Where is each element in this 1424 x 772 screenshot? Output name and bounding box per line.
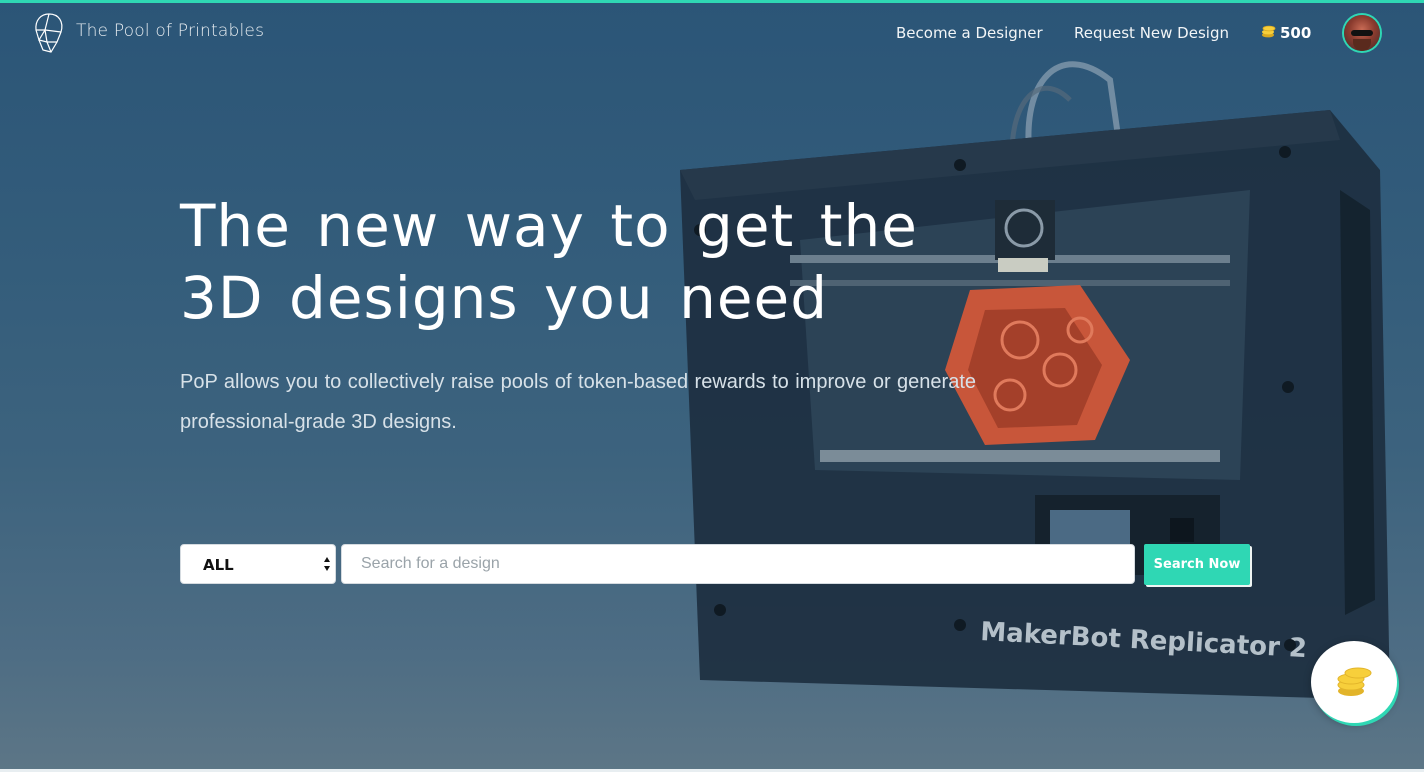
page: MakerBot Replicator 2 The Pool of Printa… <box>0 0 1424 772</box>
geometric-head-logo-icon[interactable] <box>33 12 65 54</box>
avatar-glasses <box>1351 30 1373 36</box>
user-avatar[interactable] <box>1344 15 1380 51</box>
token-balance[interactable]: 500 <box>1260 23 1311 43</box>
category-selected-value: ALL <box>203 556 234 574</box>
avatar-beard <box>1353 39 1371 51</box>
top-nav: The Pool of Printables Become a Designer… <box>0 3 1424 63</box>
hero-title: The new way to get the 3D designs you ne… <box>180 192 918 332</box>
token-count: 500 <box>1280 24 1312 42</box>
coins-icon <box>1260 24 1276 43</box>
become-designer-link[interactable]: Become a Designer <box>896 24 1043 42</box>
hero-subtitle: PoP allows you to collectively raise poo… <box>180 371 976 433</box>
search-input[interactable] <box>341 544 1135 584</box>
brand-name[interactable]: The Pool of Printables <box>76 21 264 41</box>
request-design-link[interactable]: Request New Design <box>1074 24 1229 42</box>
coins-stack-icon <box>1337 667 1372 696</box>
select-arrows-icon <box>323 555 331 573</box>
token-fab-button[interactable] <box>1311 641 1397 723</box>
category-select[interactable]: ALL <box>180 544 336 584</box>
search-now-button[interactable]: Search Now <box>1144 544 1250 585</box>
